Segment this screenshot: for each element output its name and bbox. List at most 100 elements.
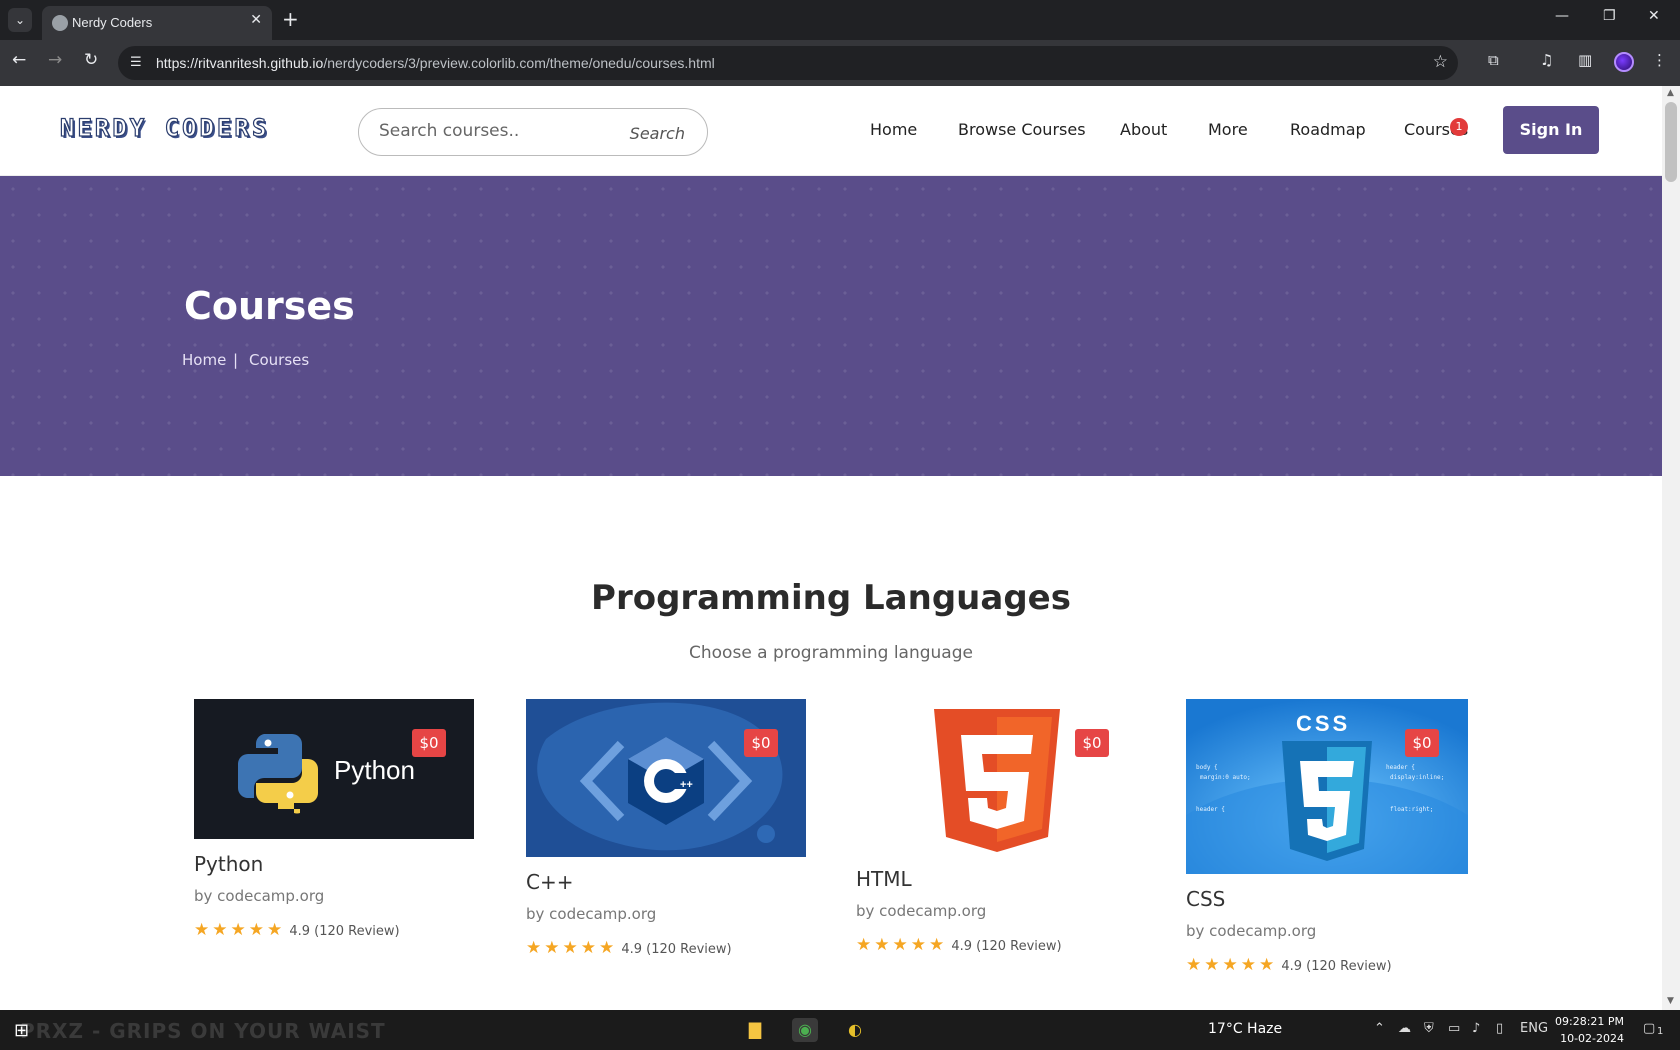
nav-browse-courses[interactable]: Browse Courses bbox=[958, 120, 1086, 139]
html-course-image[interactable] bbox=[856, 699, 1136, 854]
course-rating: ★★★★★ 4.9 (120 Review) bbox=[1186, 955, 1392, 975]
site-header: NERDY CODERS Search Home Browse Courses … bbox=[0, 86, 1662, 176]
breadcrumb-separator: | bbox=[233, 351, 239, 369]
search-button[interactable]: Search bbox=[630, 124, 685, 143]
window-close-icon[interactable]: ✕ bbox=[1648, 8, 1660, 24]
nav-home[interactable]: Home bbox=[870, 120, 917, 139]
star-rating-icon: ★★★★★ bbox=[526, 938, 618, 958]
globe-icon bbox=[52, 15, 68, 31]
price-tag: $0 bbox=[744, 729, 778, 757]
windows-start-icon[interactable]: ⊞ bbox=[14, 1020, 29, 1041]
battery-icon[interactable]: ▯ bbox=[1496, 1021, 1503, 1036]
scroll-down-arrow[interactable]: ▼ bbox=[1667, 996, 1674, 1006]
cart-count-badge: 1 bbox=[1450, 118, 1468, 136]
forward-icon[interactable]: → bbox=[48, 50, 62, 70]
browser-toolbar: ← → ↻ ☰ https://ritvanritesh.github.io/n… bbox=[0, 40, 1680, 86]
section-subtitle: Choose a programming language bbox=[689, 643, 973, 663]
python-image-text: Python bbox=[334, 755, 415, 785]
system-clock[interactable]: 09:28:21 PM 10-02-2024 bbox=[1555, 1013, 1624, 1047]
browser-menu-icon[interactable]: ⋮ bbox=[1652, 51, 1667, 69]
browser-tab-bar: ⌄ Nerdy Coders ✕ + — ❐ ✕ bbox=[0, 0, 1680, 40]
browser-tab[interactable]: Nerdy Coders ✕ bbox=[42, 6, 272, 40]
price-tag: $0 bbox=[1075, 729, 1109, 757]
svg-text:header {: header { bbox=[1196, 806, 1225, 813]
page-banner: Courses Home | Courses bbox=[0, 176, 1662, 476]
breadcrumb-current: Courses bbox=[249, 351, 310, 369]
course-title-html[interactable]: HTML bbox=[856, 867, 912, 891]
nav-roadmap[interactable]: Roadmap bbox=[1290, 120, 1366, 139]
new-tab-button[interactable]: + bbox=[282, 8, 299, 30]
tab-title: Nerdy Coders bbox=[72, 15, 153, 30]
onedrive-icon[interactable]: ☁ bbox=[1398, 1021, 1411, 1036]
side-panel-icon[interactable]: ▥ bbox=[1578, 51, 1592, 69]
breadcrumb-home[interactable]: Home bbox=[182, 351, 226, 369]
chrome-icon[interactable]: ◉ bbox=[792, 1018, 818, 1042]
back-icon[interactable]: ← bbox=[12, 50, 26, 70]
section-title: Programming Languages bbox=[591, 578, 1071, 618]
svg-text:body {: body { bbox=[1196, 764, 1218, 771]
site-info-icon[interactable]: ☰ bbox=[130, 55, 142, 70]
scroll-up-arrow[interactable]: ▲ bbox=[1667, 88, 1674, 98]
css-image-text: CSS bbox=[1296, 711, 1350, 736]
page-title: Courses bbox=[184, 284, 355, 328]
close-tab-icon[interactable]: ✕ bbox=[250, 12, 262, 28]
extensions-icon[interactable]: ⧉ bbox=[1488, 51, 1499, 69]
course-title-python[interactable]: Python bbox=[194, 852, 263, 876]
notification-count: 1 bbox=[1657, 1026, 1664, 1037]
media-app-icon[interactable]: ◐ bbox=[842, 1018, 868, 1042]
css3-logo-icon: CSS body { margin:0 auto; header { heade… bbox=[1186, 699, 1468, 874]
restore-icon[interactable]: ❐ bbox=[1603, 8, 1616, 24]
bookmark-star-icon[interactable]: ☆ bbox=[1433, 52, 1448, 72]
price-tag: $0 bbox=[412, 729, 446, 757]
search-form: Search bbox=[358, 108, 708, 156]
weather-widget[interactable]: 17°C Haze bbox=[1208, 1021, 1282, 1037]
security-icon[interactable]: ⛨ bbox=[1424, 1021, 1434, 1036]
minimize-icon[interactable]: — bbox=[1555, 8, 1569, 24]
language-indicator[interactable]: ENG bbox=[1520, 1021, 1548, 1036]
cpp-logo-icon: ++ bbox=[526, 699, 806, 857]
sign-in-button[interactable]: Sign In bbox=[1503, 106, 1599, 154]
profile-avatar[interactable] bbox=[1614, 52, 1634, 72]
course-title-css[interactable]: CSS bbox=[1186, 887, 1225, 911]
cpp-course-image[interactable]: ++ bbox=[526, 699, 806, 857]
svg-text:++: ++ bbox=[680, 779, 693, 791]
notification-icon[interactable]: ▢ bbox=[1643, 1021, 1655, 1036]
star-rating-icon: ★★★★★ bbox=[1186, 955, 1278, 975]
nav-about[interactable]: About bbox=[1120, 120, 1167, 139]
css-course-image[interactable]: CSS body { margin:0 auto; header { heade… bbox=[1186, 699, 1468, 874]
svg-text:header {: header { bbox=[1386, 764, 1415, 771]
reload-icon[interactable]: ↻ bbox=[84, 50, 98, 70]
nav-more[interactable]: More bbox=[1208, 120, 1248, 139]
svg-text:float:right;: float:right; bbox=[1390, 806, 1433, 813]
tray-overflow-icon[interactable]: ⌃ bbox=[1374, 1021, 1385, 1036]
url-text[interactable]: https://ritvanritesh.github.io/nerdycode… bbox=[156, 55, 715, 71]
python-course-image[interactable]: Python bbox=[194, 699, 474, 839]
wallpaper-text: PRXZ - GRIPS ON YOUR WAIST bbox=[20, 1019, 386, 1043]
python-logo-icon: Python bbox=[194, 699, 474, 839]
media-icon[interactable]: ♫ bbox=[1540, 51, 1553, 69]
course-rating: ★★★★★ 4.9 (120 Review) bbox=[194, 920, 400, 940]
html5-logo-icon bbox=[934, 709, 1060, 852]
os-taskbar: PRXZ - GRIPS ON YOUR WAIST ⊞ ▇ ◉ ◐ 17°C … bbox=[0, 1010, 1680, 1050]
star-rating-icon: ★★★★★ bbox=[194, 920, 286, 940]
price-tag: $0 bbox=[1405, 729, 1439, 757]
course-author: by codecamp.org bbox=[1186, 922, 1317, 940]
address-bar[interactable]: ☰ https://ritvanritesh.github.io/nerdyco… bbox=[118, 46, 1458, 80]
network-icon[interactable]: ▭ bbox=[1448, 1021, 1460, 1036]
scrollbar-thumb[interactable] bbox=[1665, 102, 1677, 182]
star-rating-icon: ★★★★★ bbox=[856, 935, 948, 955]
svg-text:display:inline;: display:inline; bbox=[1390, 774, 1444, 781]
site-logo[interactable]: NERDY CODERS bbox=[59, 113, 269, 142]
course-rating: ★★★★★ 4.9 (120 Review) bbox=[856, 935, 1062, 955]
course-rating: ★★★★★ 4.9 (120 Review) bbox=[526, 938, 732, 958]
course-author: by codecamp.org bbox=[856, 902, 987, 920]
file-explorer-icon[interactable]: ▇ bbox=[742, 1018, 768, 1042]
page-scrollbar[interactable] bbox=[1662, 86, 1680, 1010]
course-author: by codecamp.org bbox=[526, 905, 657, 923]
search-input[interactable] bbox=[379, 121, 619, 141]
volume-icon[interactable]: ♪ bbox=[1472, 1021, 1480, 1036]
tab-search-button[interactable]: ⌄ bbox=[8, 8, 32, 32]
course-author: by codecamp.org bbox=[194, 887, 325, 905]
course-title-cpp[interactable]: C++ bbox=[526, 870, 573, 894]
svg-text:margin:0 auto;: margin:0 auto; bbox=[1200, 774, 1251, 781]
